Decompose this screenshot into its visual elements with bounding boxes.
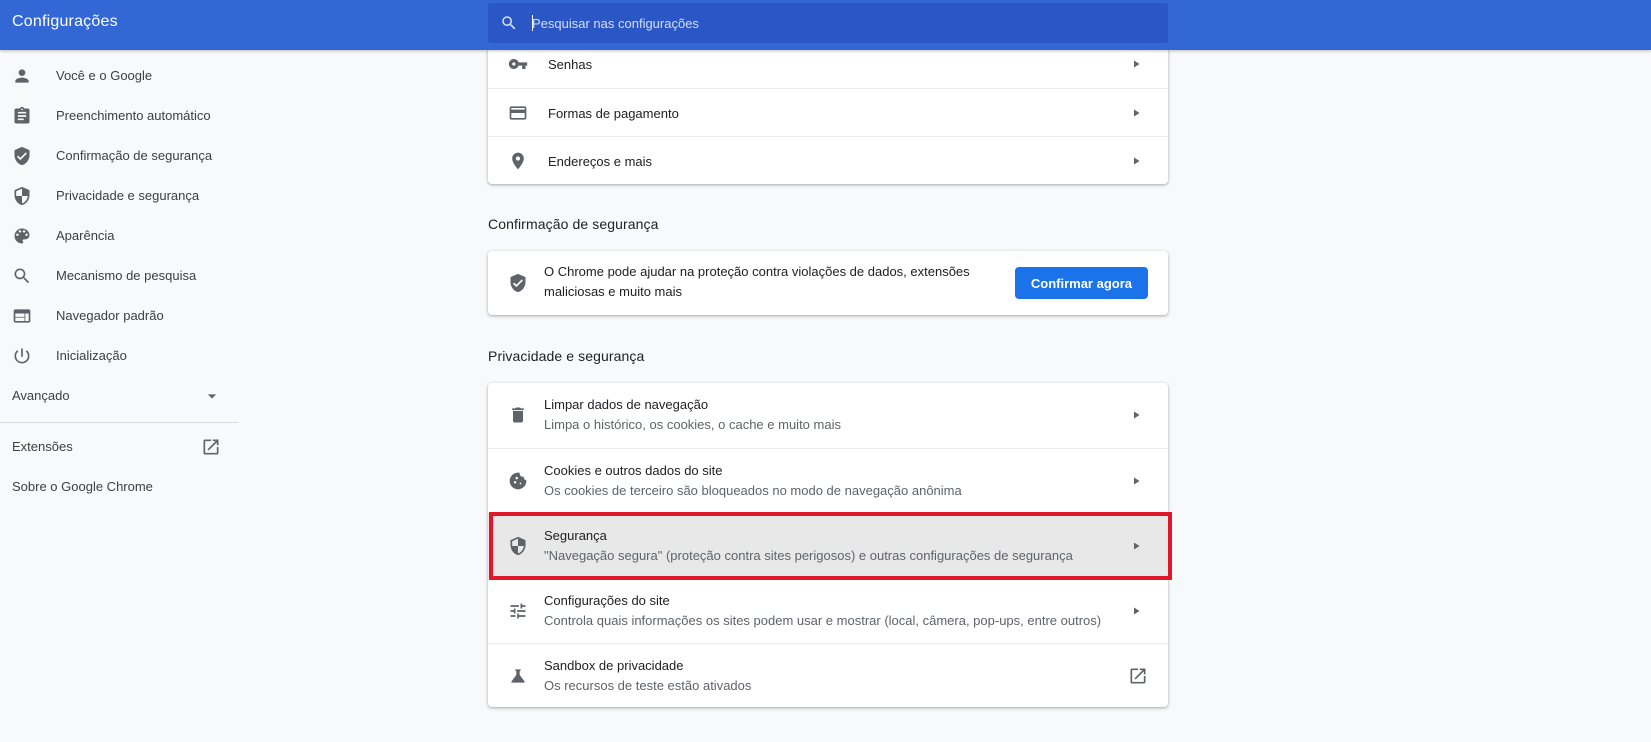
sidebar-item-label: Aparência: [56, 228, 115, 243]
sidebar-item-search-engine[interactable]: Mecanismo de pesquisa: [0, 256, 238, 296]
top-bar: Configurações: [0, 0, 1651, 50]
row-subtitle: Controla quais informações os sites pode…: [544, 613, 1102, 628]
sidebar: Você e o Google Preenchimento automático…: [0, 56, 238, 511]
row-title: Sandbox de privacidade: [544, 658, 684, 673]
search-box[interactable]: [488, 3, 1168, 43]
row-subtitle: Limpa o histórico, os cookies, o cache e…: [544, 417, 841, 432]
row-privacy-sandbox[interactable]: Sandbox de privacidade Os recursos de te…: [488, 643, 1168, 707]
search-icon: [502, 16, 516, 30]
safety-check-heading: Confirmação de segurança: [488, 216, 659, 232]
browser-icon: [13, 309, 31, 323]
sidebar-item-label: Navegador padrão: [56, 308, 164, 323]
text-cursor: [532, 15, 533, 31]
shield-half-icon: [510, 536, 526, 556]
search-icon: [14, 268, 30, 284]
sidebar-item-label: Inicialização: [56, 348, 127, 363]
row-subtitle: Os recursos de teste estão ativados: [544, 678, 752, 693]
chevron-right-icon: [1134, 542, 1140, 550]
privacy-card: Limpar dados de navegação Limpa o histór…: [488, 383, 1168, 707]
chevron-right-icon: [1134, 157, 1140, 165]
power-icon: [14, 348, 30, 364]
dropdown-arrow-icon: [207, 394, 217, 399]
sidebar-item-safety-check[interactable]: Confirmação de segurança: [0, 136, 238, 176]
trash-icon: [512, 407, 524, 423]
row-security[interactable]: Segurança "Navegação segura" (proteção c…: [488, 513, 1168, 578]
row-title: Cookies e outros dados do site: [544, 463, 723, 478]
sidebar-item-label: Mecanismo de pesquisa: [56, 268, 197, 283]
row-title: Formas de pagamento: [548, 106, 679, 121]
safety-check-card: O Chrome pode ajudar na proteção contra …: [488, 251, 1168, 315]
person-icon: [15, 69, 29, 83]
chevron-right-icon: [1134, 607, 1140, 615]
sidebar-item-extensions[interactable]: Extensões: [0, 431, 238, 471]
row-addresses[interactable]: Endereços e mais: [488, 136, 1168, 184]
chevron-right-icon: [1134, 60, 1140, 68]
sidebar-item-label: Você e o Google: [56, 68, 153, 83]
credit-card-icon: [509, 106, 527, 120]
row-title: Segurança: [544, 528, 607, 543]
row-site-settings[interactable]: Configurações do site Controla quais inf…: [488, 578, 1168, 643]
sidebar-item-you-and-google[interactable]: Você e o Google: [0, 56, 238, 96]
sidebar-advanced-toggle[interactable]: Avançado: [0, 376, 238, 416]
privacy-heading: Privacidade e segurança: [488, 348, 645, 364]
row-payment-methods[interactable]: Formas de pagamento: [488, 88, 1168, 136]
sidebar-item-appearance[interactable]: Aparência: [0, 216, 238, 256]
row-clear-browsing-data[interactable]: Limpar dados de navegação Limpa o histór…: [488, 383, 1168, 448]
sidebar-item-on-startup[interactable]: Inicialização: [0, 336, 238, 376]
chevron-right-icon: [1134, 109, 1140, 117]
row-cookies[interactable]: Cookies e outros dados do site Os cookie…: [488, 448, 1168, 513]
about-label: Sobre o Google Chrome: [12, 479, 153, 494]
palette-icon: [14, 228, 30, 244]
row-subtitle: Os cookies de terceiro são bloqueados no…: [544, 483, 962, 498]
sidebar-divider: [0, 422, 238, 423]
row-title: Senhas: [548, 57, 593, 72]
chevron-right-icon: [1134, 477, 1140, 485]
safety-check-description: O Chrome pode ajudar na proteção contra …: [544, 264, 970, 299]
sidebar-item-label: Preenchimento automático: [56, 108, 211, 123]
open-in-new-icon: [1130, 668, 1146, 684]
flask-icon: [511, 669, 525, 683]
location-pin-icon: [512, 152, 524, 170]
sidebar-item-label: Privacidade e segurança: [56, 188, 200, 203]
chevron-right-icon: [1134, 411, 1140, 419]
sidebar-item-label: Confirmação de segurança: [56, 148, 213, 163]
cookie-icon: [509, 472, 527, 490]
shield-half-icon: [14, 186, 30, 206]
row-title: Configurações do site: [544, 593, 670, 608]
advanced-label: Avançado: [12, 388, 70, 403]
extensions-label: Extensões: [12, 439, 73, 454]
search-input[interactable]: [532, 3, 1152, 43]
shield-check-icon: [14, 146, 30, 166]
row-title: Limpar dados de navegação: [544, 397, 709, 412]
open-in-new-icon: [203, 439, 219, 455]
sidebar-item-about-chrome[interactable]: Sobre o Google Chrome: [0, 471, 238, 511]
sidebar-item-default-browser[interactable]: Navegador padrão: [0, 296, 238, 336]
row-title: Endereços e mais: [548, 154, 653, 169]
row-subtitle: "Navegação segura" (proteção contra site…: [544, 548, 1073, 563]
check-now-button[interactable]: Confirmar agora: [1014, 267, 1148, 299]
sidebar-item-autofill[interactable]: Preenchimento automático: [0, 96, 238, 136]
key-icon: [508, 59, 528, 69]
page-title: Configurações: [12, 13, 118, 30]
sidebar-item-privacy[interactable]: Privacidade e segurança: [0, 176, 238, 216]
clipboard-icon: [14, 106, 30, 124]
tune-icon: [510, 603, 526, 619]
autofill-card: Senhas Formas de pagamento Endereços e m…: [488, 40, 1168, 184]
shield-check-icon: [510, 273, 526, 293]
